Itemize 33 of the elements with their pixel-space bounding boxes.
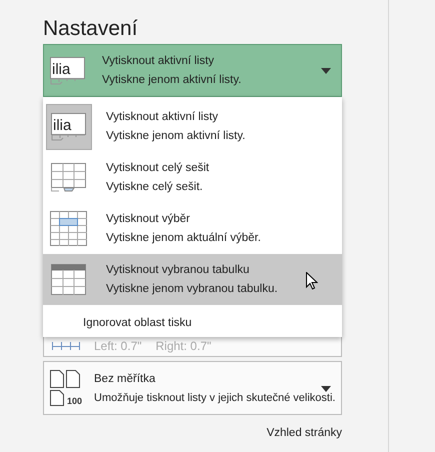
dropdown-title: Bez měřítka (94, 372, 156, 384)
item-title: Vytisknout vybranou tabulku (106, 264, 250, 276)
caret-icon (321, 386, 331, 392)
margins-icon (52, 342, 80, 350)
item-description: Vytiskne celý sešit. (106, 181, 204, 193)
dropdown-description: Umožňuje tisknout listy v jejich skutečné velikosti. (94, 392, 336, 404)
menu-item[interactable]: Vytisknout výběr Vytiskne jenom aktuální výběr. (43, 203, 342, 254)
item-title: Vytisknout celý sešit (106, 162, 210, 174)
pointer-cursor-icon (306, 272, 318, 290)
print-what-dropdown[interactable]: ilia Vytisknout aktivní listy Vytiskne jenom aktivní listy. (43, 44, 342, 97)
page-setup-link[interactable]: Vzhled stránky (266, 427, 342, 439)
item-description: Vytiskne jenom aktivní listy. (106, 130, 246, 142)
item-title: Vytisknout výběr (106, 213, 191, 225)
selection-grid-icon (50, 210, 88, 246)
menu-item[interactable]: Vytisknout vybranou tabulku Vytiskne jenom vybranou tabulku. (43, 254, 342, 305)
icon-text: ilia (53, 116, 72, 134)
item-title: Vytisknout aktivní listy (106, 111, 220, 123)
menu-item[interactable]: Vytisknout celý sešit Vytiskne celý sešit. (43, 152, 342, 203)
dropdown-title: Vytisknout aktivní listy (102, 55, 216, 67)
menu-item[interactable]: ilia Vytisknout aktivní listy Vytiskne jenom aktivní listy. (43, 101, 342, 152)
dropdown-description: Vytiskne jenom aktivní listy. (102, 74, 242, 86)
caret-icon (321, 68, 331, 74)
scale-label: 100 (67, 396, 82, 406)
item-description: Vytiskne jenom vybranou tabulku. (106, 283, 279, 295)
grid-sheet-icon (51, 162, 87, 192)
table-icon (51, 264, 87, 296)
item-description: Vytiskne jenom aktuální výběr. (106, 232, 262, 244)
right-margin: Right: 0.7" (156, 339, 212, 353)
left-margin: Left: 0.7" (94, 339, 142, 353)
icon-text: ilia (52, 60, 70, 78)
ignore-print-area-item[interactable]: Ignorovat oblast tisku (43, 305, 342, 329)
section-title: Nastavení (43, 16, 139, 42)
scaling-dropdown[interactable]: 100 Bez měřítka Umožňuje tisknout listy v jejich skutečné velikosti. (43, 361, 342, 415)
